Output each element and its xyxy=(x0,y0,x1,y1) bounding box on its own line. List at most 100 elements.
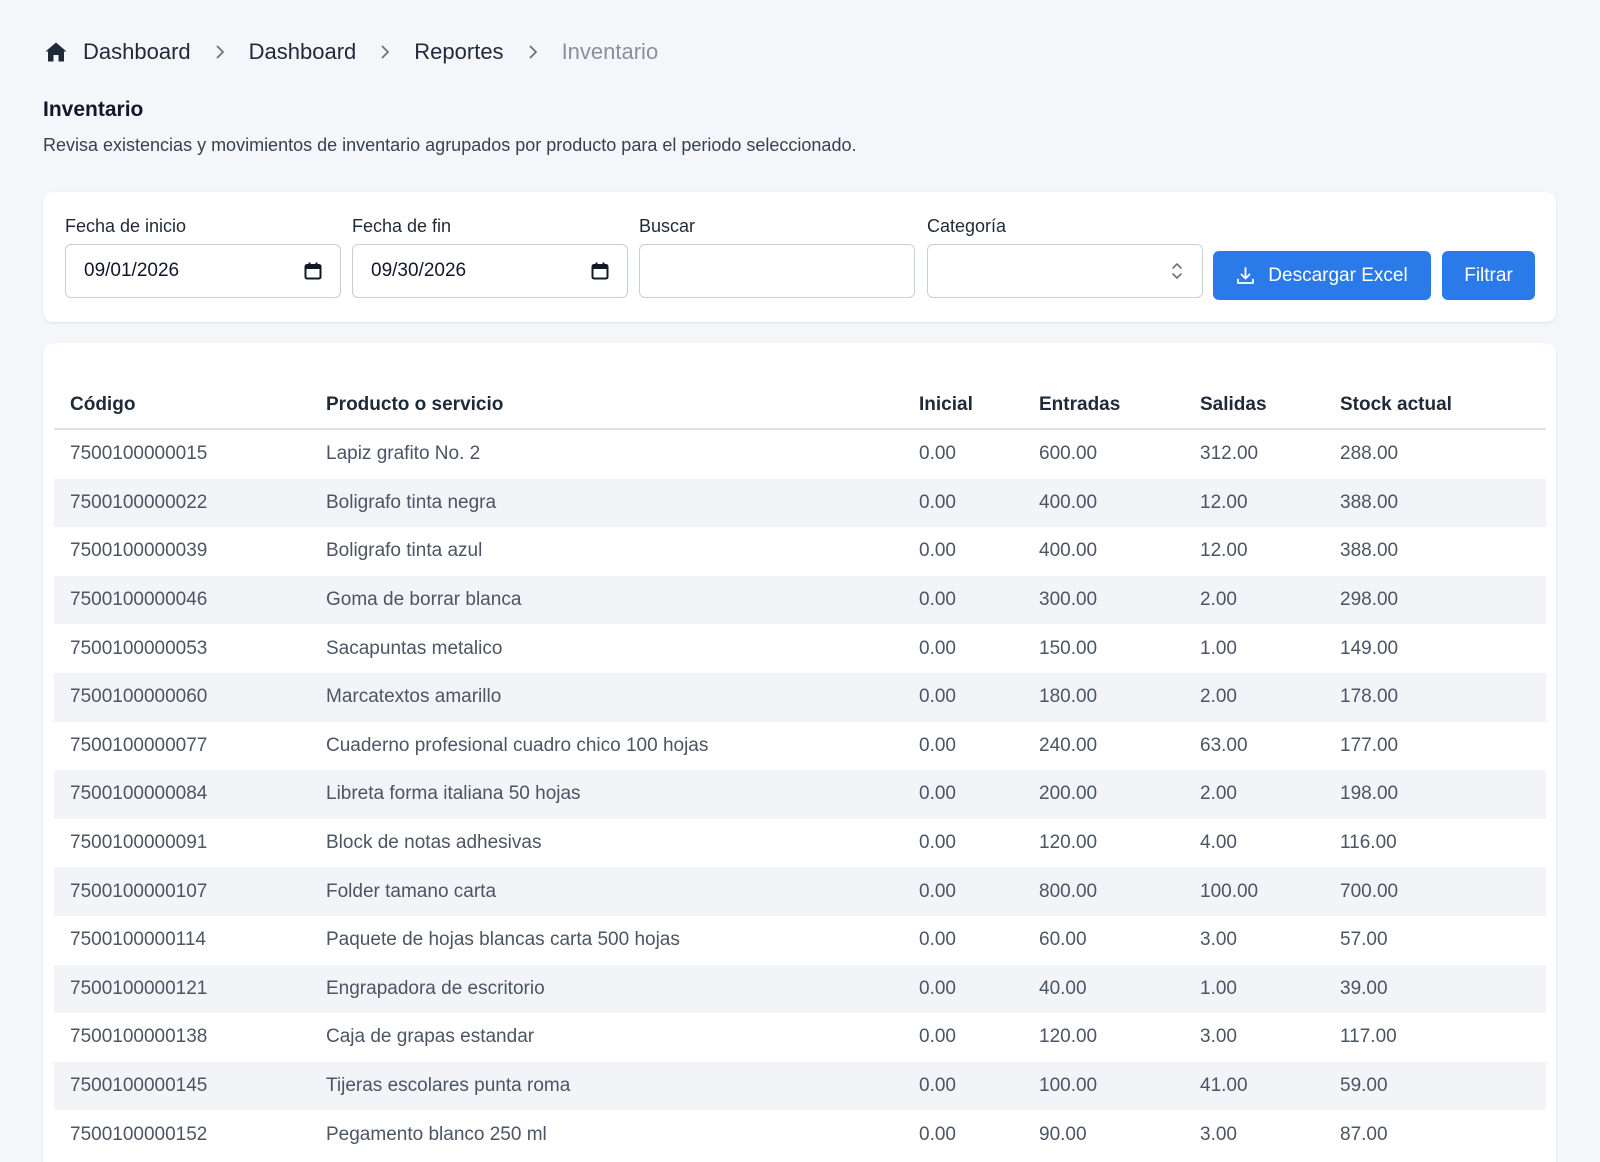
cell-stock-actual: 149.00 xyxy=(1340,637,1399,659)
cell-codigo: 7500100000152 xyxy=(70,1123,208,1145)
table-row: 7500100000107 Folder tamano carta 0.00 8… xyxy=(54,867,1546,916)
cell-entradas: 90.00 xyxy=(1039,1123,1087,1145)
end-date-field: Fecha de fin 09/30/2026 xyxy=(352,216,628,298)
cell-producto: Marcatextos amarillo xyxy=(326,686,502,708)
cell-inicial: 0.00 xyxy=(919,491,956,513)
start-date-value: 09/01/2026 xyxy=(84,260,180,281)
cell-stock-actual: 59.00 xyxy=(1340,1075,1388,1097)
home-icon[interactable] xyxy=(44,40,68,64)
table-body: 7500100000015 Lapiz grafito No. 2 0.00 6… xyxy=(54,429,1546,1159)
cell-inicial: 0.00 xyxy=(919,637,956,659)
column-header-stock-actual[interactable]: Stock actual xyxy=(1324,381,1546,430)
cell-salidas: 2.00 xyxy=(1200,783,1237,805)
cell-producto: Pegamento blanco 250 ml xyxy=(326,1123,547,1145)
cell-codigo: 7500100000077 xyxy=(70,734,208,756)
calendar-icon[interactable] xyxy=(304,262,322,280)
filter-card: Fecha de inicio 09/01/2026 Fecha de fin … xyxy=(43,192,1556,322)
table-row: 7500100000138 Caja de grapas estandar 0.… xyxy=(54,1013,1546,1062)
chevron-right-icon xyxy=(526,45,540,59)
table-row: 7500100000039 Boligrafo tinta azul 0.00 … xyxy=(54,527,1546,576)
cell-stock-actual: 288.00 xyxy=(1340,443,1399,465)
table-row: 7500100000060 Marcatextos amarillo 0.00 … xyxy=(54,672,1546,722)
cell-salidas: 2.00 xyxy=(1200,686,1237,708)
cell-producto: Folder tamano carta xyxy=(326,880,497,902)
start-date-field: Fecha de inicio 09/01/2026 xyxy=(65,216,341,298)
breadcrumb-item-reportes[interactable]: Reportes xyxy=(414,39,503,65)
cell-producto: Goma de borrar blanca xyxy=(326,589,522,611)
filter-button[interactable]: Filtrar xyxy=(1442,251,1535,300)
chevron-right-icon xyxy=(213,45,227,59)
breadcrumb-current: Inventario xyxy=(561,39,659,64)
filter-button-label: Filtrar xyxy=(1464,264,1513,286)
search-input[interactable] xyxy=(658,259,896,283)
cell-salidas: 12.00 xyxy=(1200,491,1248,513)
category-select[interactable] xyxy=(927,244,1203,298)
column-header-salidas[interactable]: Salidas xyxy=(1184,381,1324,430)
cell-codigo: 7500100000107 xyxy=(70,880,208,902)
breadcrumb: Dashboard Dashboard Reportes Inventario xyxy=(44,36,658,68)
column-header-entradas[interactable]: Entradas xyxy=(1023,381,1184,430)
table-row: 7500100000015 Lapiz grafito No. 2 0.00 6… xyxy=(54,429,1546,479)
cell-entradas: 240.00 xyxy=(1039,734,1098,756)
start-date-input[interactable]: 09/01/2026 xyxy=(65,244,341,298)
page-title: Inventario xyxy=(43,98,144,121)
inventory-table-card: Código Producto o servicio Inicial Entra… xyxy=(43,343,1556,1162)
cell-codigo: 7500100000046 xyxy=(70,589,208,611)
breadcrumb-item-dashboard-2[interactable]: Dashboard xyxy=(249,39,357,65)
cell-producto: Lapiz grafito No. 2 xyxy=(326,443,481,465)
cell-codigo: 7500100000060 xyxy=(70,686,208,708)
cell-salidas: 4.00 xyxy=(1200,832,1237,854)
cell-entradas: 150.00 xyxy=(1039,637,1098,659)
cell-salidas: 100.00 xyxy=(1200,880,1259,902)
cell-salidas: 1.00 xyxy=(1200,977,1237,999)
cell-producto: Tijeras escolares punta roma xyxy=(326,1075,571,1097)
table-row: 7500100000022 Boligrafo tinta negra 0.00… xyxy=(54,478,1546,528)
search-input-box xyxy=(639,244,915,298)
cell-codigo: 7500100000091 xyxy=(70,832,208,854)
cell-inicial: 0.00 xyxy=(919,443,956,465)
page-description: Revisa existencias y movimientos de inve… xyxy=(43,135,857,155)
table-row: 7500100000114 Paquete de hojas blancas c… xyxy=(54,915,1546,965)
cell-entradas: 180.00 xyxy=(1039,686,1098,708)
cell-codigo: 7500100000015 xyxy=(70,443,208,465)
cell-stock-actual: 177.00 xyxy=(1340,734,1399,756)
cell-codigo: 7500100000053 xyxy=(70,637,208,659)
table-row: 7500100000152 Pegamento blanco 250 ml 0.… xyxy=(54,1110,1546,1159)
column-header-inicial[interactable]: Inicial xyxy=(903,381,1023,430)
cell-stock-actual: 178.00 xyxy=(1340,686,1399,708)
cell-salidas: 63.00 xyxy=(1200,734,1248,756)
column-header-producto[interactable]: Producto o servicio xyxy=(310,381,903,430)
download-icon xyxy=(1236,266,1255,285)
cell-stock-actual: 198.00 xyxy=(1340,783,1399,805)
cell-inicial: 0.00 xyxy=(919,1026,956,1048)
cell-entradas: 40.00 xyxy=(1039,977,1087,999)
breadcrumb-item-dashboard[interactable]: Dashboard xyxy=(83,39,191,65)
table-row: 7500100000077 Cuaderno profesional cuadr… xyxy=(54,721,1546,771)
chevron-right-icon xyxy=(378,45,392,59)
cell-codigo: 7500100000121 xyxy=(70,977,208,999)
download-excel-button[interactable]: Descargar Excel xyxy=(1213,251,1431,300)
cell-inicial: 0.00 xyxy=(919,1075,956,1097)
cell-codigo: 7500100000084 xyxy=(70,783,208,805)
cell-producto: Caja de grapas estandar xyxy=(326,1026,535,1048)
cell-stock-actual: 388.00 xyxy=(1340,540,1399,562)
cell-producto: Block de notas adhesivas xyxy=(326,832,542,854)
cell-codigo: 7500100000039 xyxy=(70,540,208,562)
category-label: Categoría xyxy=(927,216,1007,236)
cell-inicial: 0.00 xyxy=(919,589,956,611)
cell-entradas: 120.00 xyxy=(1039,1026,1098,1048)
cell-inicial: 0.00 xyxy=(919,880,956,902)
inventory-table: Código Producto o servicio Inicial Entra… xyxy=(54,381,1546,1159)
calendar-icon[interactable] xyxy=(591,262,609,280)
table-row: 7500100000145 Tijeras escolares punta ro… xyxy=(54,1061,1546,1111)
table-row: 7500100000084 Libreta forma italiana 50 … xyxy=(54,770,1546,819)
cell-salidas: 12.00 xyxy=(1200,540,1248,562)
cell-inicial: 0.00 xyxy=(919,540,956,562)
cell-stock-actual: 117.00 xyxy=(1340,1026,1397,1048)
cell-stock-actual: 39.00 xyxy=(1340,977,1388,999)
cell-producto: Cuaderno profesional cuadro chico 100 ho… xyxy=(326,734,709,756)
end-date-input[interactable]: 09/30/2026 xyxy=(352,244,628,298)
cell-inicial: 0.00 xyxy=(919,977,956,999)
table-row: 7500100000046 Goma de borrar blanca 0.00… xyxy=(54,575,1546,625)
column-header-codigo[interactable]: Código xyxy=(54,381,310,430)
